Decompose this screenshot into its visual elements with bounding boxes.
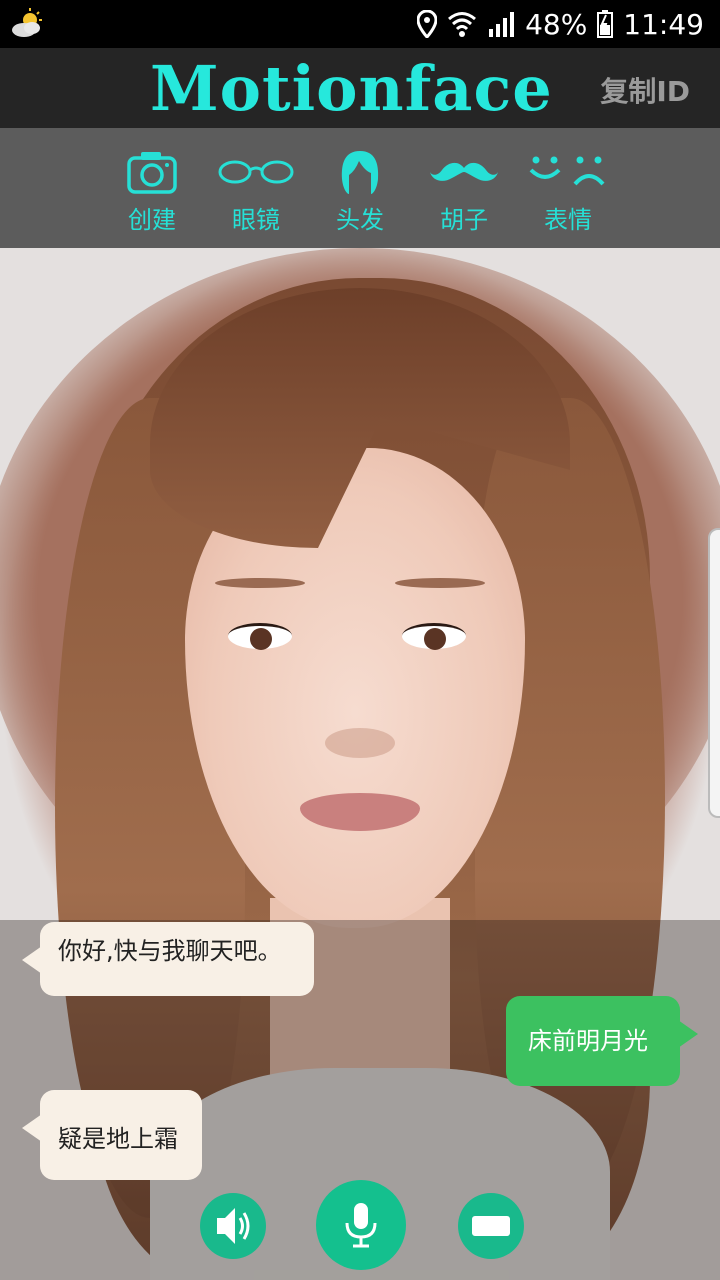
tool-mustache-label: 胡子 <box>440 206 488 234</box>
tool-create-label: 创建 <box>128 206 176 234</box>
app-title: Motionface <box>150 52 553 125</box>
tool-mustache[interactable]: 胡子 <box>412 128 516 248</box>
hair-icon <box>341 151 379 194</box>
avatar-nose <box>325 728 395 758</box>
chat-message-outgoing: 床前明月光 <box>506 996 698 1086</box>
speaker-icon <box>217 1208 250 1244</box>
battery-icon <box>597 10 614 38</box>
tool-expression-label: 表情 <box>544 206 592 234</box>
status-bar: 48% 11:49 <box>0 0 720 48</box>
toolbar: 创建 眼镜 头发 胡子 表情 <box>0 128 720 248</box>
camera-icon <box>127 152 177 194</box>
avatar-eye-right <box>402 623 466 650</box>
app-header: Motionface 复制ID <box>0 48 720 128</box>
tool-create[interactable]: 创建 <box>100 128 204 248</box>
tool-glasses[interactable]: 眼镜 <box>204 128 308 248</box>
avatar-brow-right <box>395 578 485 588</box>
location-icon <box>417 10 438 38</box>
microphone-button[interactable] <box>316 1180 406 1270</box>
side-panel-handle[interactable] <box>708 528 720 818</box>
mustache-icon <box>430 162 498 181</box>
microphone-icon <box>345 1203 377 1248</box>
avatar-brow-left <box>215 578 305 588</box>
keyboard-button[interactable] <box>458 1193 524 1259</box>
tool-glasses-label: 眼镜 <box>232 206 280 234</box>
signal-icon <box>489 12 515 37</box>
expression-icon <box>529 156 605 186</box>
weather-icon <box>12 8 42 37</box>
clock: 11:49 <box>623 7 704 41</box>
tool-hair[interactable]: 头发 <box>308 128 412 248</box>
chat-message-incoming: 疑是地上霜 <box>22 1090 202 1180</box>
avatar-eye-left <box>228 623 292 650</box>
tool-hair-label: 头发 <box>336 206 384 234</box>
chat-message-incoming: 你好,快与我聊天吧。 <box>22 922 314 996</box>
speaker-button[interactable] <box>200 1193 266 1259</box>
copy-id-button[interactable]: 复制ID <box>600 70 690 110</box>
wifi-icon <box>448 12 477 37</box>
battery-percent: 48% <box>525 7 588 41</box>
tool-expression[interactable]: 表情 <box>516 128 620 248</box>
keyboard-icon <box>472 1216 510 1236</box>
glasses-icon <box>218 160 294 184</box>
